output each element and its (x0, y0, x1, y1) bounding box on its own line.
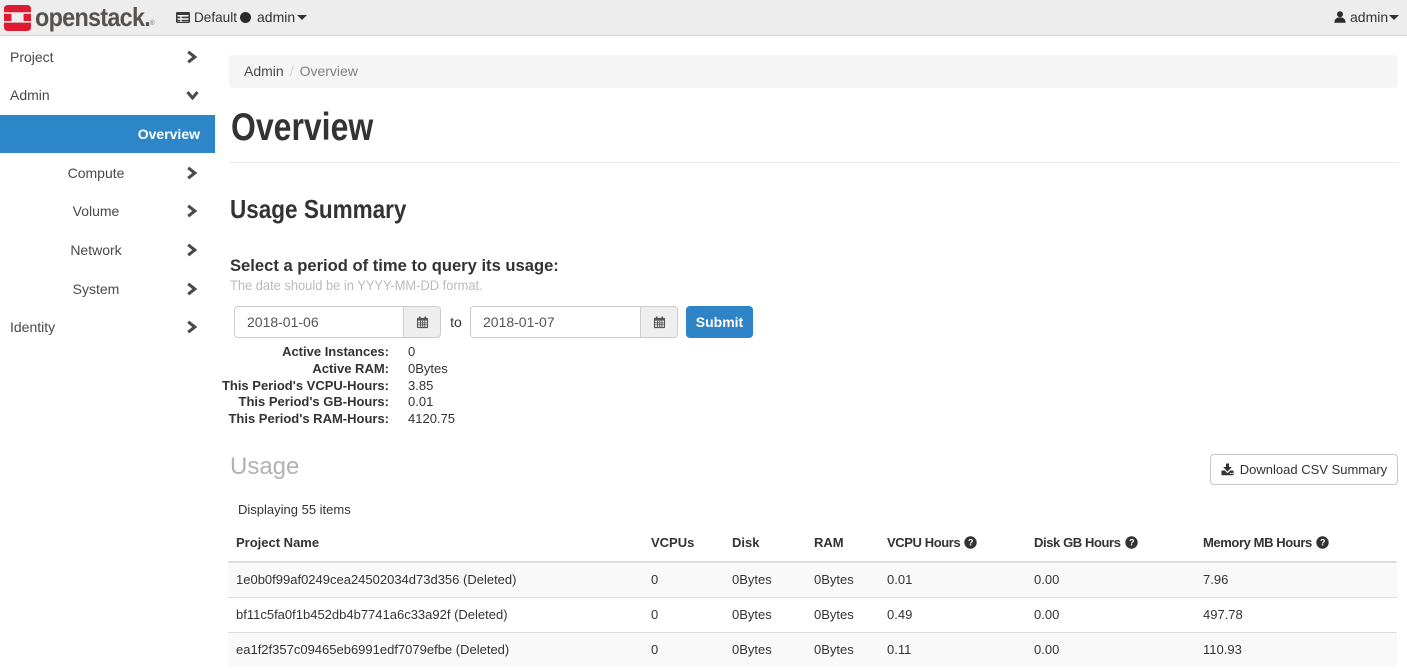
svg-text:?: ? (1128, 538, 1133, 548)
svg-text:?: ? (1320, 538, 1325, 548)
svg-text:?: ? (968, 538, 973, 548)
